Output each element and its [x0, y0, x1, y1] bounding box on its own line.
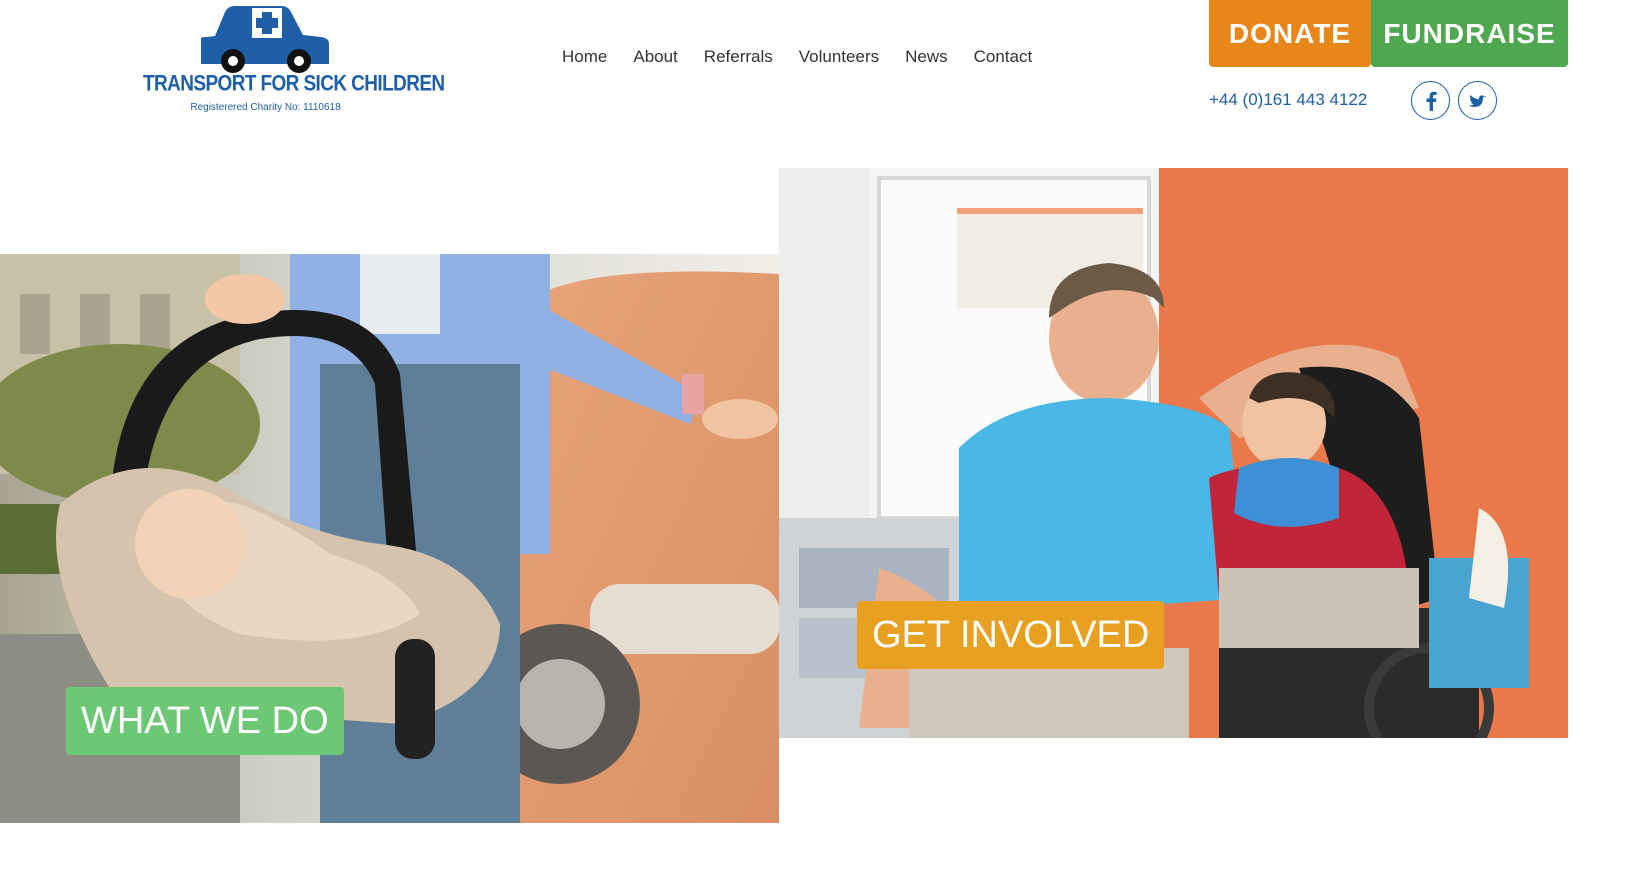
- main-nav: Home About Referrals Volunteers News Con…: [562, 47, 1032, 67]
- car-logo-icon: [201, 6, 329, 73]
- nav-about[interactable]: About: [633, 47, 677, 67]
- donate-button[interactable]: DONATE: [1209, 0, 1371, 67]
- logo-text: TRANSPORT FOR SICK CHILDREN: [143, 72, 445, 97]
- nav-contact[interactable]: Contact: [974, 47, 1033, 67]
- nav-volunteers[interactable]: Volunteers: [799, 47, 879, 67]
- site-logo[interactable]: TRANSPORT FOR SICK CHILDREN Registerered…: [143, 4, 445, 116]
- page: TRANSPORT FOR SICK CHILDREN Registerered…: [0, 0, 1652, 893]
- charity-number: Registerered Charity No: 1110618: [190, 102, 341, 113]
- what-we-do-button[interactable]: WHAT WE DO: [66, 687, 344, 755]
- twitter-button[interactable]: [1458, 81, 1497, 120]
- facebook-button[interactable]: [1411, 81, 1450, 120]
- get-involved-button[interactable]: GET INVOLVED: [857, 601, 1165, 669]
- facebook-icon: [1426, 91, 1437, 111]
- phone-link[interactable]: +44 (0)161 443 4122: [1209, 90, 1367, 110]
- nav-news[interactable]: News: [905, 47, 948, 67]
- twitter-icon: [1468, 94, 1487, 107]
- nav-home[interactable]: Home: [562, 47, 607, 67]
- fundraise-button[interactable]: FUNDRAISE: [1371, 0, 1568, 67]
- nav-referrals[interactable]: Referrals: [704, 47, 773, 67]
